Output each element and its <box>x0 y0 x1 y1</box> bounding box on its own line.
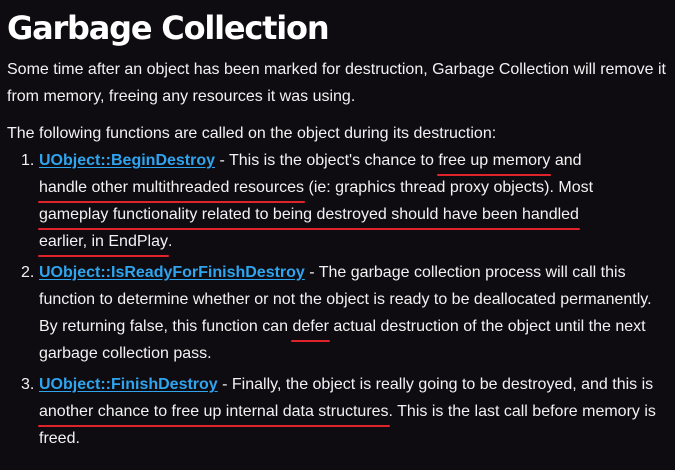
step-text: (ie: graphics thread proxy objects). Mos… <box>304 179 594 196</box>
highlighted-phrase: handle other multithreaded resources <box>37 174 306 203</box>
list-item-is-ready-for-finish-destroy: 2. UObject::IsReadyForFinishDestroy - Th… <box>7 259 669 367</box>
list-number: 3. <box>21 376 35 393</box>
list-lead-paragraph: The following functions are called on th… <box>7 125 497 142</box>
intro-paragraph: Some time after an object has been marke… <box>7 61 666 105</box>
highlighted-phrase: another chance to free up internal data … <box>38 398 390 427</box>
step-text: . <box>167 233 173 250</box>
finish-destroy-link[interactable]: UObject::FinishDestroy <box>39 376 218 393</box>
list-number: 1. <box>21 152 35 169</box>
list-number: 2. <box>21 264 35 281</box>
document: Garbage Collection Some time after an ob… <box>7 0 669 456</box>
highlighted-phrase: defer <box>291 313 331 342</box>
highlighted-phrase: free up memory <box>437 147 552 176</box>
is-ready-for-finish-destroy-link[interactable]: UObject::IsReadyForFinishDestroy <box>39 264 305 281</box>
list-item-begin-destroy: 1. UObject::BeginDestroy - This is the o… <box>7 147 669 257</box>
step-text: - Finally, the object is really going to… <box>217 376 654 393</box>
destruction-function-list: 1. UObject::BeginDestroy - This is the o… <box>7 147 669 452</box>
list-item-finish-destroy: 3. UObject::FinishDestroy - Finally, the… <box>7 371 669 452</box>
step-text: - This is the object's chance to <box>215 152 439 169</box>
step-text: and <box>550 152 582 169</box>
begin-destroy-link[interactable]: UObject::BeginDestroy <box>39 152 215 169</box>
highlighted-phrase: earlier, in EndPlay <box>38 228 169 257</box>
page-title: Garbage Collection <box>7 9 330 47</box>
highlighted-phrase: gameplay functionality related to being … <box>38 201 580 230</box>
